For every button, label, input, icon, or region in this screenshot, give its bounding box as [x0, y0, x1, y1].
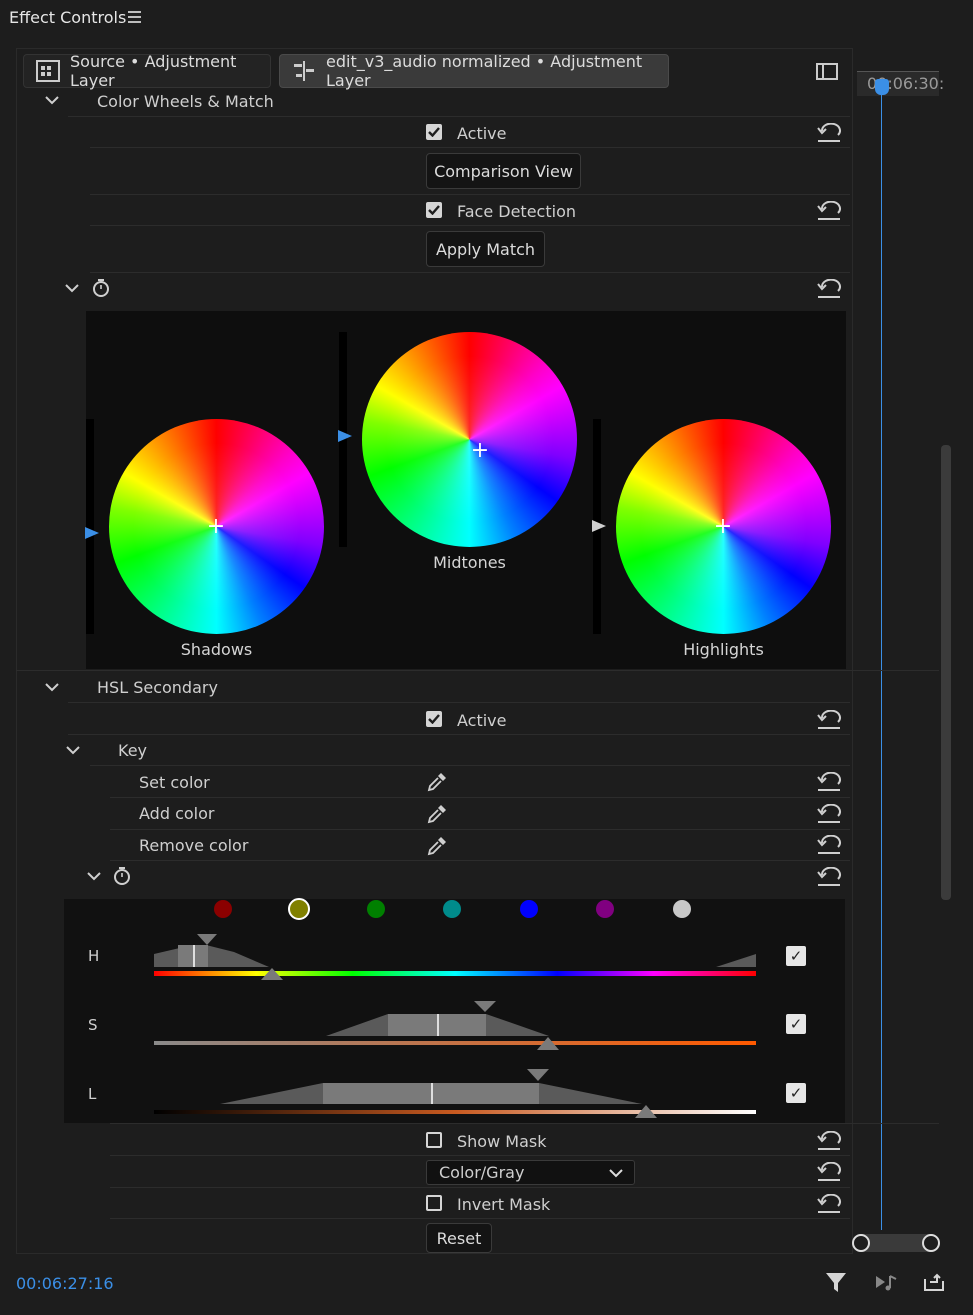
hsl-secondary-title: HSL Secondary: [97, 678, 218, 697]
filter-icon[interactable]: [825, 1271, 847, 1293]
reset-icon[interactable]: [816, 804, 842, 824]
invert-mask-checkbox[interactable]: [426, 1195, 442, 1211]
highlights-crosshair[interactable]: +: [713, 516, 733, 538]
eyedropper-icon[interactable]: [426, 803, 448, 825]
reset-button[interactable]: Reset: [426, 1223, 492, 1253]
zoom-handle-left[interactable]: [852, 1234, 870, 1252]
face-detection-label: Face Detection: [457, 202, 576, 221]
apply-match-button[interactable]: Apply Match: [426, 231, 545, 267]
chevron-down-icon[interactable]: [87, 871, 101, 881]
shadows-label: Shadows: [180, 640, 253, 659]
current-timecode[interactable]: 00:06:27:16: [16, 1274, 114, 1293]
reset-icon[interactable]: [816, 710, 842, 730]
color-wheels-active-label: Active: [457, 124, 507, 143]
mask-mode-value: Color/Gray: [439, 1163, 525, 1182]
mask-mode-dropdown[interactable]: Color/Gray: [426, 1160, 635, 1185]
eyedropper-icon[interactable]: [426, 771, 448, 793]
tab-sequence-label: edit_v3_audio normalized • Adjustment La…: [326, 52, 643, 90]
reset-icon[interactable]: [816, 201, 842, 221]
color-swatch[interactable]: [596, 900, 614, 918]
check-icon: [428, 127, 440, 137]
set-color-label: Set color: [139, 773, 210, 792]
export-icon[interactable]: [922, 1271, 946, 1293]
color-swatch[interactable]: [673, 900, 691, 918]
hsl-active-checkbox[interactable]: [426, 711, 442, 727]
color-swatch[interactable]: [520, 900, 538, 918]
sequence-icon: [294, 61, 314, 81]
stopwatch-icon[interactable]: [92, 278, 110, 298]
zoom-handle-right[interactable]: [922, 1234, 940, 1252]
shadows-slider-handle[interactable]: [85, 527, 99, 539]
stopwatch-icon[interactable]: [113, 866, 131, 886]
shadows-crosshair[interactable]: +: [206, 516, 226, 538]
color-swatch[interactable]: [214, 900, 232, 918]
invert-mask-label: Invert Mask: [457, 1195, 551, 1214]
saturation-letter: S: [88, 1016, 98, 1034]
play-audio-icon[interactable]: [874, 1272, 898, 1292]
midtones-slider-handle[interactable]: [338, 430, 352, 442]
face-detection-checkbox[interactable]: [426, 202, 442, 218]
check-icon: [428, 205, 440, 215]
panel-title: Effect Controls: [9, 8, 127, 27]
midtones-label: Midtones: [433, 553, 506, 572]
hue-letter: H: [88, 947, 100, 965]
show-mask-label: Show Mask: [457, 1132, 547, 1151]
reset-icon[interactable]: [816, 867, 842, 887]
hue-enable-checkbox[interactable]: ✓: [786, 946, 806, 966]
eyedropper-icon[interactable]: [426, 835, 448, 857]
reset-icon[interactable]: [816, 279, 842, 299]
show-mask-checkbox[interactable]: [426, 1132, 442, 1148]
chevron-down-icon[interactable]: [66, 745, 80, 755]
chevron-down-icon[interactable]: [65, 283, 79, 293]
chevron-down-icon[interactable]: [45, 682, 59, 692]
reset-icon[interactable]: [816, 772, 842, 792]
tab-source-label: Source • Adjustment Layer: [70, 52, 237, 90]
color-wheels-active-checkbox[interactable]: [426, 124, 442, 140]
reset-icon[interactable]: [816, 835, 842, 855]
vertical-scrollbar[interactable]: [941, 445, 951, 900]
color-swatch[interactable]: [367, 900, 385, 918]
tab-sequence[interactable]: edit_v3_audio normalized • Adjustment La…: [279, 52, 669, 90]
chevron-down-icon: [609, 1169, 623, 1178]
highlights-label: Highlights: [683, 640, 764, 659]
saturation-enable-checkbox[interactable]: ✓: [786, 1014, 806, 1034]
chevron-down-icon[interactable]: [45, 95, 59, 105]
color-wheels-title: Color Wheels & Match: [97, 92, 274, 111]
reset-icon[interactable]: [816, 1194, 842, 1214]
hsl-active-label: Active: [457, 711, 507, 730]
remove-color-label: Remove color: [139, 836, 249, 855]
reset-icon[interactable]: [816, 123, 842, 143]
reset-icon[interactable]: [816, 1131, 842, 1151]
add-color-label: Add color: [139, 804, 215, 823]
key-label: Key: [118, 741, 148, 760]
saturation-qualifier[interactable]: [154, 998, 756, 1050]
panel-menu-icon[interactable]: [128, 11, 141, 26]
luminance-enable-checkbox[interactable]: ✓: [786, 1083, 806, 1103]
check-icon: [428, 714, 440, 724]
playhead-line[interactable]: [881, 84, 882, 1230]
midtones-crosshair[interactable]: +: [470, 440, 490, 462]
luminance-qualifier[interactable]: [154, 1066, 756, 1118]
color-swatch[interactable]: [443, 900, 461, 918]
panel-layout-icon[interactable]: [816, 63, 838, 81]
luminance-letter: L: [88, 1085, 97, 1103]
color-swatch[interactable]: [288, 898, 310, 920]
comparison-view-button[interactable]: Comparison View: [426, 153, 581, 189]
reset-icon[interactable]: [816, 1162, 842, 1182]
playhead-handle[interactable]: [875, 79, 889, 95]
clip-icon: [36, 60, 60, 82]
hue-qualifier[interactable]: [154, 930, 756, 980]
highlights-slider-handle[interactable]: [592, 520, 606, 532]
tab-source[interactable]: Source • Adjustment Layer: [23, 52, 271, 90]
